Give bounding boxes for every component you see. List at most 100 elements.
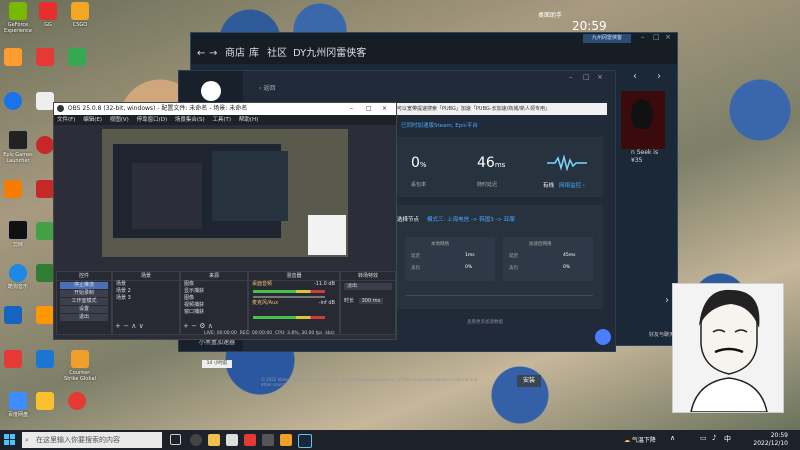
source-item[interactable]: 窗口捕获 <box>181 309 247 316</box>
stop-streaming-button[interactable]: 停止推流 <box>60 282 108 289</box>
menu-tools[interactable]: 工具(T) <box>212 117 231 123</box>
scene-item[interactable]: 场景 2 <box>113 288 179 295</box>
accelerator-taskbar-icon[interactable] <box>226 434 238 446</box>
up-icon[interactable]: ∧ <box>131 322 136 330</box>
minimize-icon[interactable]: – <box>350 103 353 115</box>
up-icon[interactable]: ∧ <box>208 322 213 330</box>
node-label: 选择节点 <box>397 217 420 223</box>
app-icon[interactable] <box>4 350 22 368</box>
app-icon[interactable] <box>36 180 54 198</box>
waveform-icon <box>547 155 587 171</box>
carousel-next-icon-lower[interactable]: › <box>665 295 669 306</box>
expand-link[interactable]: 查看更多加速数据 <box>467 319 503 325</box>
volume-icon[interactable]: ♪ <box>712 434 716 442</box>
tray-chevron-icon[interactable]: ∧ <box>670 434 675 442</box>
clock-widget[interactable]: 桌面助手 20:59 <box>538 10 618 34</box>
remove-icon[interactable]: − <box>123 322 129 330</box>
maximize-icon[interactable]: □ <box>583 73 590 81</box>
search-icon: ⌕ <box>25 436 29 444</box>
add-icon[interactable]: + <box>183 322 189 330</box>
nav-user[interactable]: DY九州冈雷侠客 <box>293 44 366 64</box>
menu-edit[interactable]: 编辑(E) <box>83 117 102 123</box>
app-icon[interactable] <box>68 48 86 66</box>
close-icon[interactable]: × <box>665 33 671 41</box>
network-icon[interactable]: ▭ <box>700 434 707 442</box>
steam-taskbar-icon[interactable] <box>298 434 312 448</box>
maximize-icon[interactable]: □ <box>653 33 660 41</box>
menu-help[interactable]: 帮助(H) <box>239 117 258 123</box>
carousel-next-icon[interactable]: › <box>657 71 661 82</box>
exit-button[interactable]: 退出 <box>60 314 108 321</box>
app-icon[interactable] <box>4 48 22 66</box>
app-taskbar-icon[interactable] <box>280 434 292 446</box>
app-icon[interactable] <box>36 264 54 282</box>
app-icon[interactable] <box>36 350 54 368</box>
app-icon[interactable] <box>4 180 22 198</box>
minimize-icon[interactable]: – <box>641 33 645 41</box>
menu-docks[interactable]: 停靠窗口(D) <box>137 117 168 123</box>
menu-scene-collection[interactable]: 场景集合(S) <box>175 117 205 123</box>
weather-widget[interactable]: ☁ 气温下降 <box>624 435 656 444</box>
app-icon[interactable] <box>68 392 86 410</box>
user-badge[interactable]: 九州冈雷侠客 <box>583 34 631 43</box>
windows-start-icon[interactable] <box>4 434 16 446</box>
desktop-icon-gg[interactable]: GG <box>32 2 64 28</box>
obs-window[interactable]: OBS 25.0.8 (32-bit, windows) - 配置文件: 未命名… <box>53 102 397 340</box>
minimize-icon[interactable]: – <box>569 73 573 81</box>
add-icon[interactable]: + <box>115 322 121 330</box>
source-item[interactable]: 视频捕获 <box>181 302 247 309</box>
studio-mode-button[interactable]: 工作室模式 <box>60 298 108 305</box>
desktop-icon-csgo[interactable]: CSGO <box>64 2 96 28</box>
close-icon[interactable]: × <box>597 73 603 81</box>
taskbar-search-input[interactable]: ⌕ 在这里输入你要搜索的内容 <box>22 432 162 448</box>
game-thumbnail[interactable] <box>621 91 665 149</box>
scene-item[interactable]: 场景 <box>113 281 179 288</box>
gear-icon[interactable]: ⚙ <box>199 322 205 330</box>
remove-icon[interactable]: − <box>191 322 197 330</box>
forward-arrow-icon[interactable]: → <box>209 44 217 64</box>
back-link[interactable]: ‹ 返回 <box>259 83 275 92</box>
app-icon[interactable] <box>36 392 54 410</box>
maximize-icon[interactable]: □ <box>366 103 372 115</box>
settings-button[interactable]: 设置 <box>60 306 108 313</box>
nav-store[interactable]: 商店 <box>225 44 245 64</box>
install-button[interactable]: 安装 <box>517 375 541 387</box>
desktop-volume-slider[interactable] <box>253 296 325 298</box>
app-icon[interactable] <box>4 306 22 324</box>
nav-library[interactable]: 库 <box>249 44 259 64</box>
transition-duration[interactable]: 时长 300 ms <box>341 298 395 305</box>
desktop-icon-geforce[interactable]: GeForce Experience <box>2 2 34 34</box>
scene-item[interactable]: 场景 3 <box>113 295 179 302</box>
obs-taskbar-icon[interactable] <box>190 434 202 446</box>
app-icon[interactable] <box>36 48 54 66</box>
obs-preview[interactable] <box>102 129 348 257</box>
start-recording-button[interactable]: 开始录制 <box>60 290 108 297</box>
back-arrow-icon[interactable]: ← <box>197 44 205 64</box>
app-taskbar-icon[interactable] <box>262 434 274 446</box>
app-icon[interactable] <box>4 92 22 110</box>
menu-file[interactable]: 文件(F) <box>57 117 75 123</box>
carousel-prev-icon[interactable]: ‹ <box>633 71 637 82</box>
menu-view[interactable]: 视图(V) <box>110 117 129 123</box>
language-icon[interactable]: 中 <box>724 434 731 444</box>
down-icon[interactable]: ∨ <box>139 322 144 330</box>
explorer-taskbar-icon[interactable] <box>208 434 220 446</box>
app-icon[interactable] <box>36 306 54 324</box>
taskbar-clock[interactable]: 20:59 2022/12/10 <box>744 432 788 448</box>
source-item[interactable]: 图像 <box>181 281 247 288</box>
preview-webcam <box>308 215 346 255</box>
source-item[interactable]: 图像 <box>181 295 247 302</box>
app-taskbar-icon[interactable] <box>244 434 256 446</box>
transition-select[interactable]: 淡出 <box>344 283 392 290</box>
game-title[interactable]: n Seek is <box>631 149 658 156</box>
app-icon[interactable] <box>36 92 54 110</box>
nav-community[interactable]: 社区 <box>267 44 287 64</box>
source-item[interactable]: 显示捕获 <box>181 288 247 295</box>
app-icon[interactable] <box>36 136 54 154</box>
chat-bubble-icon[interactable] <box>595 329 611 345</box>
task-view-icon[interactable] <box>170 434 181 445</box>
app-icon[interactable] <box>36 222 54 240</box>
close-icon[interactable]: × <box>382 103 387 115</box>
route-mode[interactable]: 模式三: 上海电信 -> 韩国3 -> 亚服 <box>427 215 515 223</box>
net-monitor-link[interactable]: 网络监控 › <box>559 181 585 189</box>
